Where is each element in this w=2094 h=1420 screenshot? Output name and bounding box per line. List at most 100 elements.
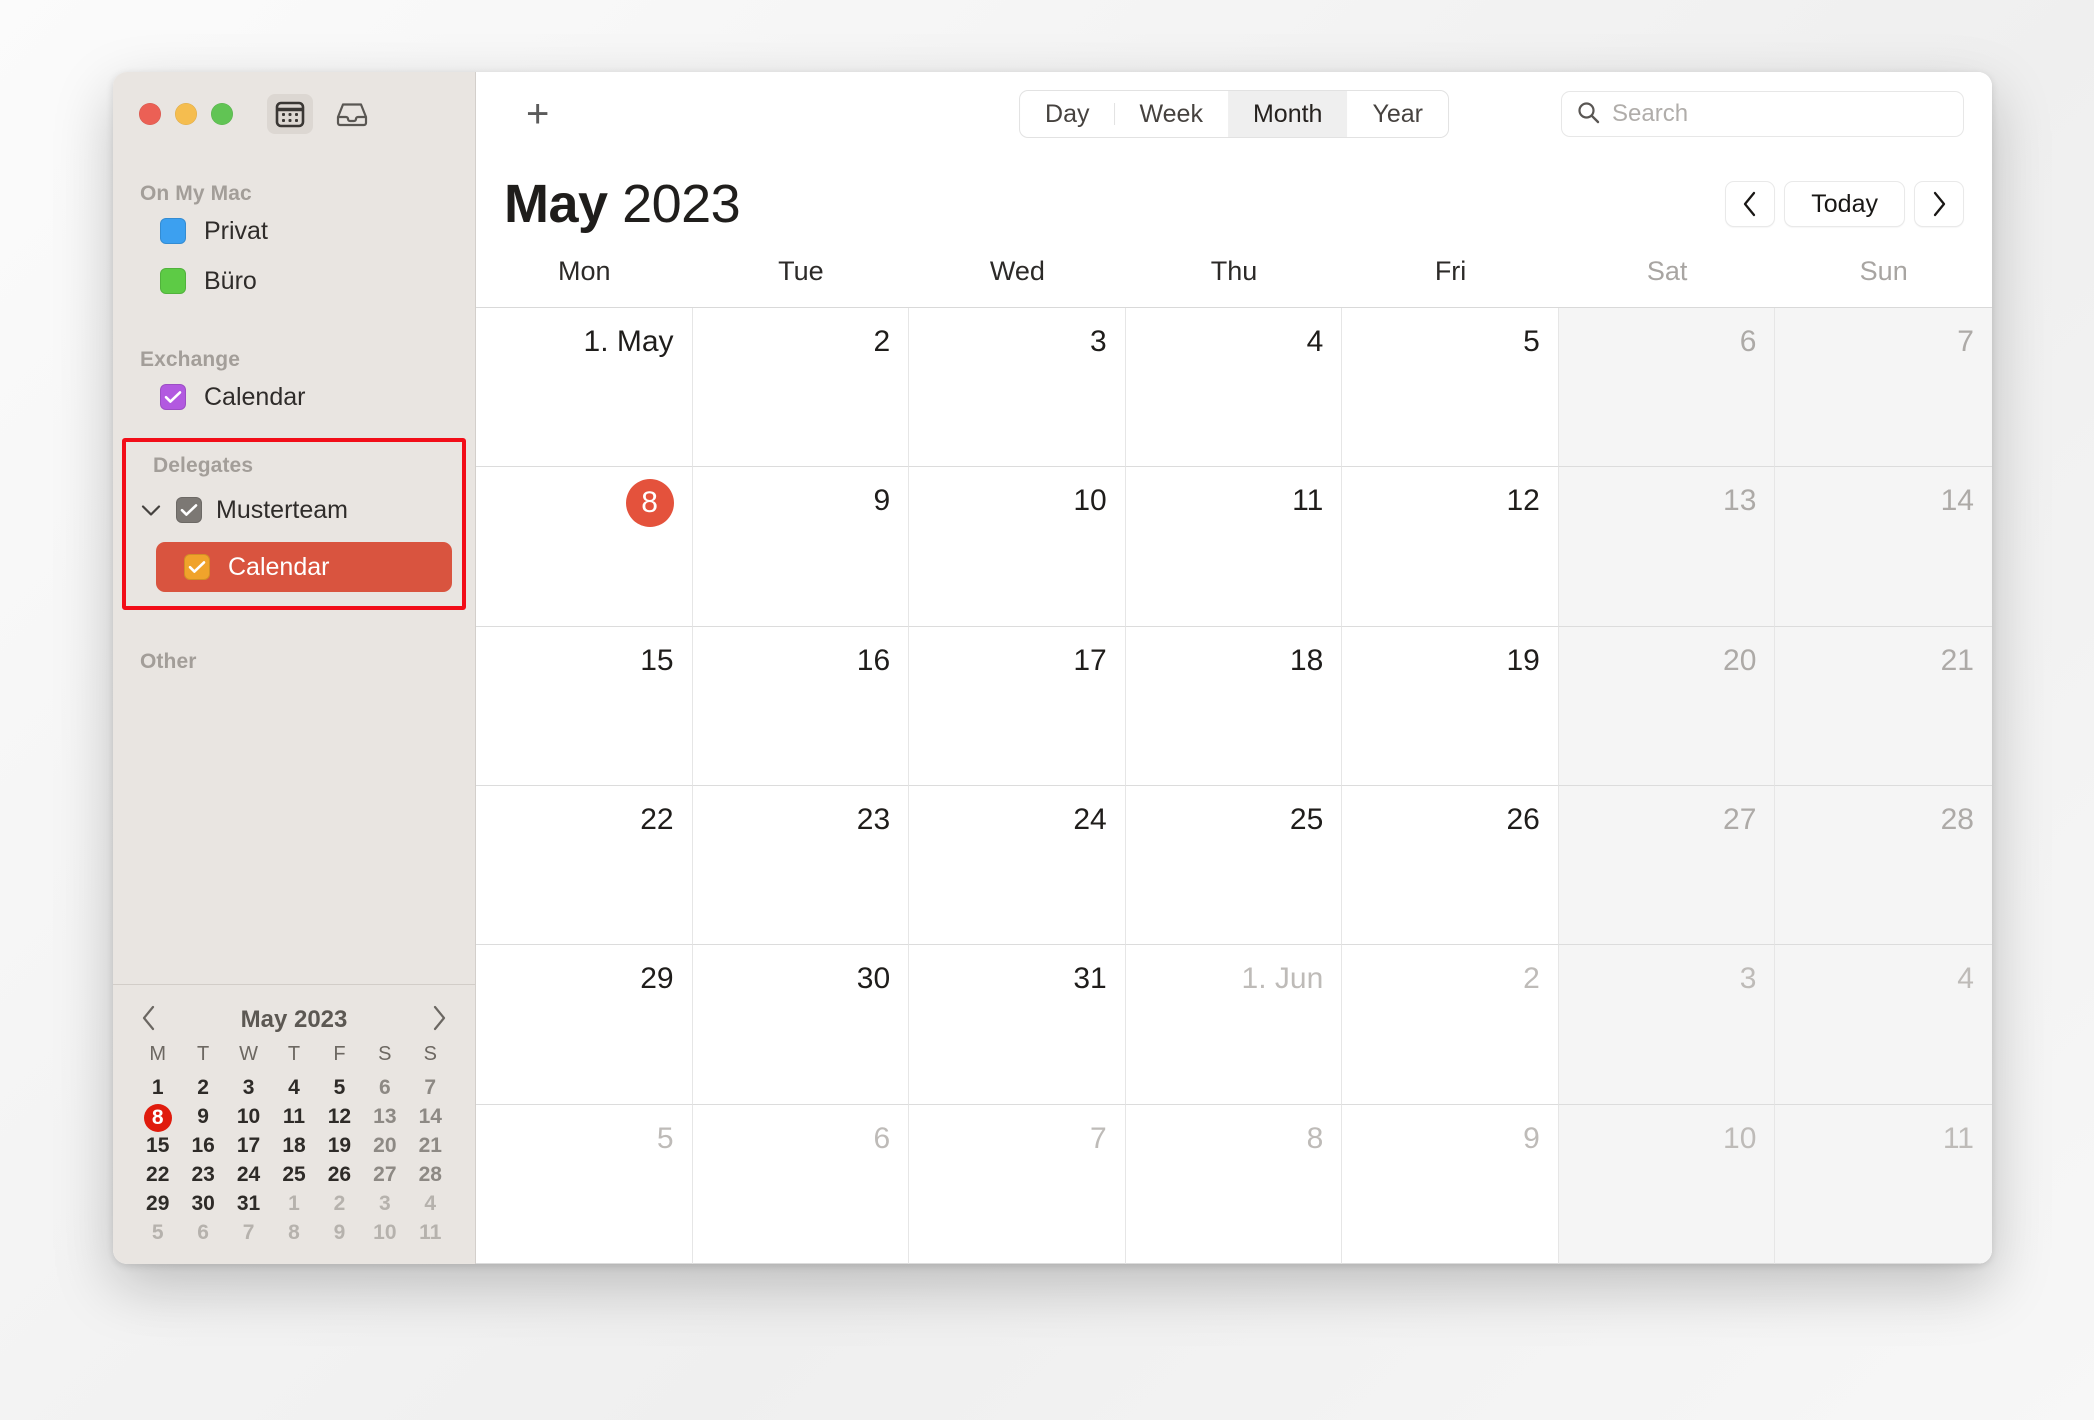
mini-calendar-today[interactable]: 8: [135, 1104, 180, 1132]
mini-calendar-day[interactable]: 1: [135, 1075, 180, 1101]
next-month-button[interactable]: [1914, 181, 1964, 227]
inbox-icon[interactable]: [329, 94, 375, 134]
privat-color-checkbox[interactable]: [160, 218, 186, 244]
mini-calendar-day[interactable]: 16: [180, 1133, 225, 1159]
day-cell[interactable]: 7: [1775, 308, 1992, 468]
day-cell[interactable]: 11: [1125, 467, 1343, 627]
day-cell[interactable]: 31: [909, 945, 1126, 1105]
day-cell[interactable]: 1. Jun: [1125, 945, 1343, 1105]
close-button[interactable]: [139, 103, 161, 125]
mini-calendar-day[interactable]: 12: [317, 1104, 362, 1130]
search-input[interactable]: [1612, 100, 1949, 128]
day-cell[interactable]: 28: [1775, 785, 1992, 946]
day-cell[interactable]: 1. May: [476, 308, 693, 468]
sidebar-item-exchange-calendar[interactable]: Calendar: [113, 372, 475, 422]
exchange-calendar-checkbox[interactable]: [160, 384, 186, 410]
day-cell[interactable]: 3: [1558, 945, 1776, 1105]
mini-calendar-day[interactable]: 17: [226, 1133, 271, 1159]
mini-calendar-day[interactable]: 18: [271, 1133, 316, 1159]
chevron-down-icon[interactable]: [140, 504, 162, 517]
day-cell[interactable]: 20: [1558, 626, 1776, 786]
day-cell[interactable]: 10: [1558, 1104, 1776, 1264]
day-cell[interactable]: 14: [1775, 467, 1992, 627]
day-cell[interactable]: 9: [1342, 1104, 1559, 1264]
day-cell[interactable]: 16: [692, 626, 910, 786]
mini-calendar-prev-button[interactable]: [135, 1005, 163, 1036]
day-cell[interactable]: 3: [909, 308, 1126, 468]
day-cell[interactable]: 11: [1775, 1104, 1992, 1264]
day-cell[interactable]: 7: [909, 1104, 1126, 1264]
mini-calendar-day[interactable]: 29: [135, 1191, 180, 1217]
sidebar-item-musterteam[interactable]: Musterteam: [126, 484, 462, 536]
mini-calendar-day[interactable]: 27: [362, 1162, 407, 1188]
mini-calendar-day[interactable]: 15: [135, 1133, 180, 1159]
mini-calendar-day[interactable]: 6: [180, 1220, 225, 1246]
day-cell[interactable]: 12: [1342, 467, 1559, 627]
mini-calendar-day[interactable]: 1: [271, 1191, 316, 1217]
day-cell[interactable]: 2: [1342, 945, 1559, 1105]
day-cell[interactable]: 10: [909, 467, 1126, 627]
mini-calendar-day[interactable]: 9: [180, 1104, 225, 1130]
day-cell[interactable]: 27: [1558, 785, 1776, 946]
mini-calendar-day[interactable]: 23: [180, 1162, 225, 1188]
tab-year[interactable]: Year: [1347, 91, 1448, 137]
mini-calendar-day[interactable]: 22: [135, 1162, 180, 1188]
day-cell[interactable]: 24: [909, 785, 1126, 946]
mini-calendar-day[interactable]: 7: [408, 1075, 453, 1101]
day-cell[interactable]: 5: [476, 1104, 693, 1264]
day-cell[interactable]: 23: [692, 785, 910, 946]
day-cell[interactable]: 9: [692, 467, 910, 627]
mini-calendar-day[interactable]: 20: [362, 1133, 407, 1159]
tab-week[interactable]: Week: [1114, 91, 1228, 137]
search-field[interactable]: [1561, 91, 1964, 137]
sidebar-item-privat[interactable]: Privat: [113, 206, 475, 256]
mini-calendar-day[interactable]: 3: [226, 1075, 271, 1101]
zoom-button[interactable]: [211, 103, 233, 125]
mini-calendar-day[interactable]: 11: [271, 1104, 316, 1130]
day-cell[interactable]: 29: [476, 945, 693, 1105]
mini-calendar-day[interactable]: 2: [317, 1191, 362, 1217]
add-event-button[interactable]: +: [526, 94, 549, 134]
today-button[interactable]: Today: [1784, 181, 1905, 227]
day-cell[interactable]: 15: [476, 626, 693, 786]
mini-calendar-day[interactable]: 4: [408, 1191, 453, 1217]
day-cell[interactable]: 17: [909, 626, 1126, 786]
day-cell[interactable]: 30: [692, 945, 910, 1105]
day-cell-today[interactable]: 8: [476, 467, 693, 627]
mini-calendar-day[interactable]: 11: [408, 1220, 453, 1246]
day-cell[interactable]: 6: [1558, 308, 1776, 468]
buro-color-checkbox[interactable]: [160, 268, 186, 294]
mini-calendar-day[interactable]: 14: [408, 1104, 453, 1130]
sidebar-item-musterteam-calendar[interactable]: Calendar: [156, 542, 452, 592]
mini-calendar-day[interactable]: 5: [317, 1075, 362, 1101]
mini-calendar-day[interactable]: 13: [362, 1104, 407, 1130]
day-cell[interactable]: 19: [1342, 626, 1559, 786]
day-cell[interactable]: 21: [1775, 626, 1992, 786]
mini-calendar-day[interactable]: 7: [226, 1220, 271, 1246]
mini-calendar-day[interactable]: 10: [362, 1220, 407, 1246]
day-cell[interactable]: 4: [1775, 945, 1992, 1105]
mini-calendar-day[interactable]: 24: [226, 1162, 271, 1188]
day-cell[interactable]: 13: [1558, 467, 1776, 627]
mini-calendar-day[interactable]: 19: [317, 1133, 362, 1159]
mini-calendar-day[interactable]: 31: [226, 1191, 271, 1217]
musterteam-calendar-checkbox[interactable]: [184, 554, 210, 580]
mini-calendar-day[interactable]: 9: [317, 1220, 362, 1246]
tab-day[interactable]: Day: [1020, 91, 1114, 137]
mini-calendar-day[interactable]: 21: [408, 1133, 453, 1159]
mini-calendar-day[interactable]: 4: [271, 1075, 316, 1101]
mini-calendar-day[interactable]: 8: [271, 1220, 316, 1246]
mini-calendar-day[interactable]: 5: [135, 1220, 180, 1246]
mini-calendar-day[interactable]: 25: [271, 1162, 316, 1188]
mini-calendar-day[interactable]: 6: [362, 1075, 407, 1101]
mini-calendar-day[interactable]: 30: [180, 1191, 225, 1217]
day-cell[interactable]: 4: [1125, 308, 1343, 468]
mini-calendar-day[interactable]: 10: [226, 1104, 271, 1130]
tab-month[interactable]: Month: [1227, 91, 1348, 137]
day-cell[interactable]: 22: [476, 785, 693, 946]
previous-month-button[interactable]: [1725, 181, 1776, 227]
mini-calendar-day[interactable]: 3: [362, 1191, 407, 1217]
mini-calendar-day[interactable]: 2: [180, 1075, 225, 1101]
day-cell[interactable]: 8: [1125, 1104, 1343, 1264]
day-cell[interactable]: 5: [1342, 308, 1559, 468]
